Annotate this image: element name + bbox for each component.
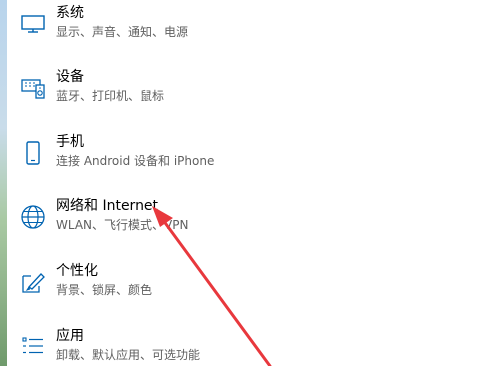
settings-item-subtitle: 背景、锁屏、颜色: [56, 283, 153, 297]
settings-item-subtitle: 连接 Android 设备和 iPhone: [56, 154, 215, 168]
settings-category-list: 系统 显示、声音、通知、电源 设备 蓝牙、打印机、鼠标 手机 连接 Androi…: [7, 0, 500, 366]
settings-item-title: 系统: [56, 5, 84, 21]
settings-item-subtitle: WLAN、飞行模式、VPN: [56, 218, 189, 232]
paintbrush-icon: [19, 268, 47, 296]
phone-icon: [19, 139, 47, 167]
settings-item-apps[interactable]: 应用 卸载、默认应用、可选功能: [7, 327, 427, 366]
settings-item-subtitle: 卸载、默认应用、可选功能: [56, 348, 201, 362]
settings-item-subtitle: 显示、声音、通知、电源: [56, 25, 189, 39]
desktop-background-strip: [0, 0, 7, 366]
settings-item-title: 应用: [56, 328, 84, 344]
list-icon: [19, 333, 47, 361]
settings-item-title: 网络和 Internet: [56, 198, 159, 214]
settings-item-subtitle: 蓝牙、打印机、鼠标: [56, 89, 165, 103]
settings-item-network[interactable]: 网络和 Internet WLAN、飞行模式、VPN: [7, 197, 427, 253]
settings-item-system[interactable]: 系统 显示、声音、通知、电源: [7, 4, 427, 60]
settings-item-title: 个性化: [56, 263, 98, 279]
settings-item-phone[interactable]: 手机 连接 Android 设备和 iPhone: [7, 133, 427, 189]
settings-item-personalization[interactable]: 个性化 背景、锁屏、颜色: [7, 262, 427, 318]
settings-item-title: 手机: [56, 134, 84, 150]
globe-icon: [19, 203, 47, 231]
settings-window: 系统 显示、声音、通知、电源 设备 蓝牙、打印机、鼠标 手机 连接 Androi…: [0, 0, 500, 366]
settings-item-devices[interactable]: 设备 蓝牙、打印机、鼠标: [7, 68, 427, 124]
keyboard-speaker-icon: [19, 74, 47, 102]
monitor-icon: [19, 10, 47, 38]
settings-item-title: 设备: [56, 69, 84, 85]
